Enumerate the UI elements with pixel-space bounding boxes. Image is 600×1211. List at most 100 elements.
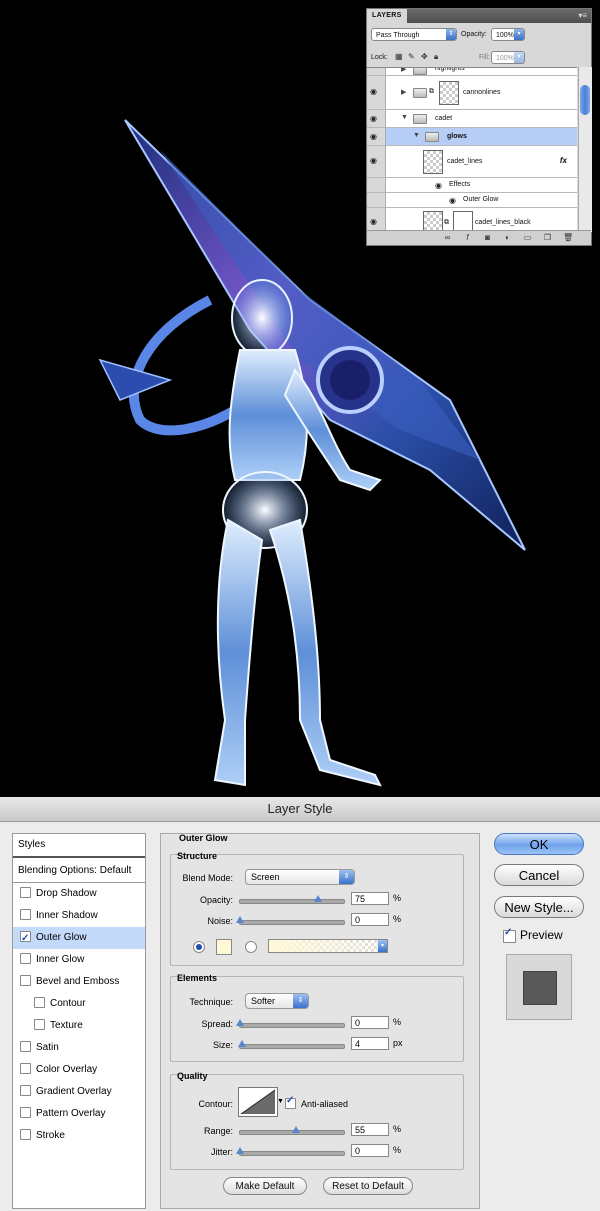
opacity-input[interactable]: 75 [351,892,389,905]
eye-icon[interactable]: ◉ [370,156,377,165]
trash-icon[interactable]: 🗑︎ [563,233,573,242]
size-input[interactable]: 4 [351,1037,389,1050]
noise-input[interactable]: 0 [351,913,389,926]
checkbox[interactable] [20,1084,31,1096]
layer-row-cadet[interactable]: ◉ ▼ cadet [367,110,577,128]
expand-arrow-icon[interactable]: ▶ [401,88,406,96]
size-slider[interactable] [238,1040,345,1049]
eye-icon[interactable]: ◉ [435,181,442,190]
checkbox[interactable] [20,1062,31,1074]
checkbox[interactable] [34,996,45,1008]
layer-mask-thumbnail[interactable] [439,81,459,105]
eye-icon[interactable]: ◉ [370,87,377,96]
style-item-bevel-emboss[interactable]: Bevel and Emboss [13,971,145,993]
layer-row-highlights[interactable]: ▶ highlights [367,68,577,76]
eye-icon[interactable]: ◉ [370,132,377,141]
layer-opacity-field[interactable]: 100% ▾ [491,28,525,41]
add-mask-icon[interactable]: ◙ [483,233,492,242]
cancel-button[interactable]: Cancel [494,864,584,886]
style-item-inner-shadow[interactable]: Inner Shadow [13,905,145,927]
style-item-satin[interactable]: Satin [13,1037,145,1059]
style-item-color-overlay[interactable]: Color Overlay [13,1059,145,1081]
layer-row-cadet-lines[interactable]: ◉ cadet_lines fx [367,146,577,178]
layer-row-cannonlines[interactable]: ◉ ▶ ⧉ cannonlines [367,76,577,110]
make-default-button[interactable]: Make Default [223,1177,307,1195]
blending-options-item[interactable]: Blending Options: Default [13,860,145,883]
checkbox[interactable] [20,1040,31,1052]
noise-slider[interactable] [236,916,345,925]
styles-header[interactable]: Styles [13,834,145,858]
glow-gradient-picker[interactable]: ▾ [268,939,388,953]
slider-thumb[interactable] [292,1126,300,1133]
style-item-contour[interactable]: Contour [13,993,145,1015]
panel-menu-icon[interactable]: ▾≡ [578,11,587,20]
style-item-drop-shadow[interactable]: Drop Shadow [13,883,145,905]
range-input[interactable]: 55 [351,1123,389,1136]
layer-thumbnail[interactable] [423,150,443,174]
slider-thumb[interactable] [236,1147,244,1154]
spread-slider[interactable] [236,1019,345,1028]
jitter-input[interactable]: 0 [351,1144,389,1157]
layer-fill-field[interactable]: 100% ▾ [491,51,525,64]
expand-arrow-icon[interactable]: ▶ [401,68,406,73]
lock-position-icon[interactable]: ✥ [421,53,429,61]
style-item-gradient-overlay[interactable]: Gradient Overlay [13,1081,145,1103]
jitter-slider[interactable] [236,1147,345,1156]
style-item-pattern-overlay[interactable]: Pattern Overlay [13,1103,145,1125]
checkbox[interactable] [20,1128,31,1140]
contour-picker[interactable] [238,1087,278,1117]
ok-button[interactable]: OK [494,833,584,855]
style-item-texture[interactable]: Texture [13,1015,145,1037]
style-item-inner-glow[interactable]: Inner Glow [13,949,145,971]
reset-default-button[interactable]: Reset to Default [323,1177,413,1195]
new-group-icon[interactable]: ▭ [523,233,532,242]
checkbox[interactable] [20,952,31,964]
collapse-arrow-icon[interactable]: ▼ [401,114,408,121]
glow-color-swatch[interactable] [216,939,232,955]
eye-icon[interactable]: ◉ [370,114,377,123]
opacity-slider[interactable] [239,895,345,904]
preview-checkbox[interactable] [503,927,516,943]
lock-image-icon[interactable]: ✎ [408,53,416,61]
range-slider[interactable] [239,1126,345,1135]
eye-icon[interactable]: ◉ [449,196,456,205]
style-item-stroke[interactable]: Stroke [13,1125,145,1147]
slider-thumb[interactable] [236,916,244,923]
technique-select[interactable]: Softer ⇕ [245,993,309,1009]
layers-scrollbar[interactable] [578,67,592,232]
lock-transparent-icon[interactable]: ▦ [395,53,403,61]
add-style-icon[interactable]: f [463,233,472,242]
spread-input[interactable]: 0 [351,1016,389,1029]
new-layer-icon[interactable]: ❐ [543,233,552,242]
checkbox[interactable] [34,1018,45,1030]
elements-title: Elements [177,973,218,983]
anti-aliased-checkbox[interactable] [285,1095,296,1109]
blend-mode-select[interactable]: Screen ⇕ [245,869,355,885]
layer-blend-mode-select[interactable]: Pass Through ⇕ [371,28,457,41]
layers-tab[interactable]: LAYERS [367,9,407,23]
layer-row-outer-glow[interactable]: ◉ Outer Glow [367,193,577,208]
scrollbar-thumb[interactable] [580,85,590,115]
adjustment-layer-icon[interactable]: ◐ [503,233,512,242]
opacity-label: Opacity: [199,895,233,905]
checkbox[interactable] [20,1106,31,1118]
eye-icon[interactable]: ◉ [370,217,377,226]
lock-all-icon[interactable]: 🔒︎ [434,53,442,61]
chevron-down-icon[interactable]: ▼ [277,1098,284,1105]
layer-row-glows[interactable]: ◉ ▼ glows [367,128,577,146]
fx-icon[interactable]: fx [560,156,567,165]
checkbox-checked[interactable] [20,928,31,950]
style-item-outer-glow[interactable]: Outer Glow [13,927,145,950]
gradient-radio[interactable] [245,941,257,953]
layer-row-effects[interactable]: ◉ Effects [367,178,577,193]
link-layers-icon[interactable]: ∞ [443,233,452,242]
collapse-arrow-icon[interactable]: ▼ [413,132,420,139]
new-style-button[interactable]: New Style... [494,896,584,918]
solid-color-radio[interactable] [193,941,205,953]
checkbox[interactable] [20,974,31,986]
checkbox[interactable] [20,908,31,920]
slider-thumb[interactable] [314,895,322,902]
slider-thumb[interactable] [236,1019,244,1026]
checkbox[interactable] [20,886,31,898]
slider-thumb[interactable] [238,1040,246,1047]
